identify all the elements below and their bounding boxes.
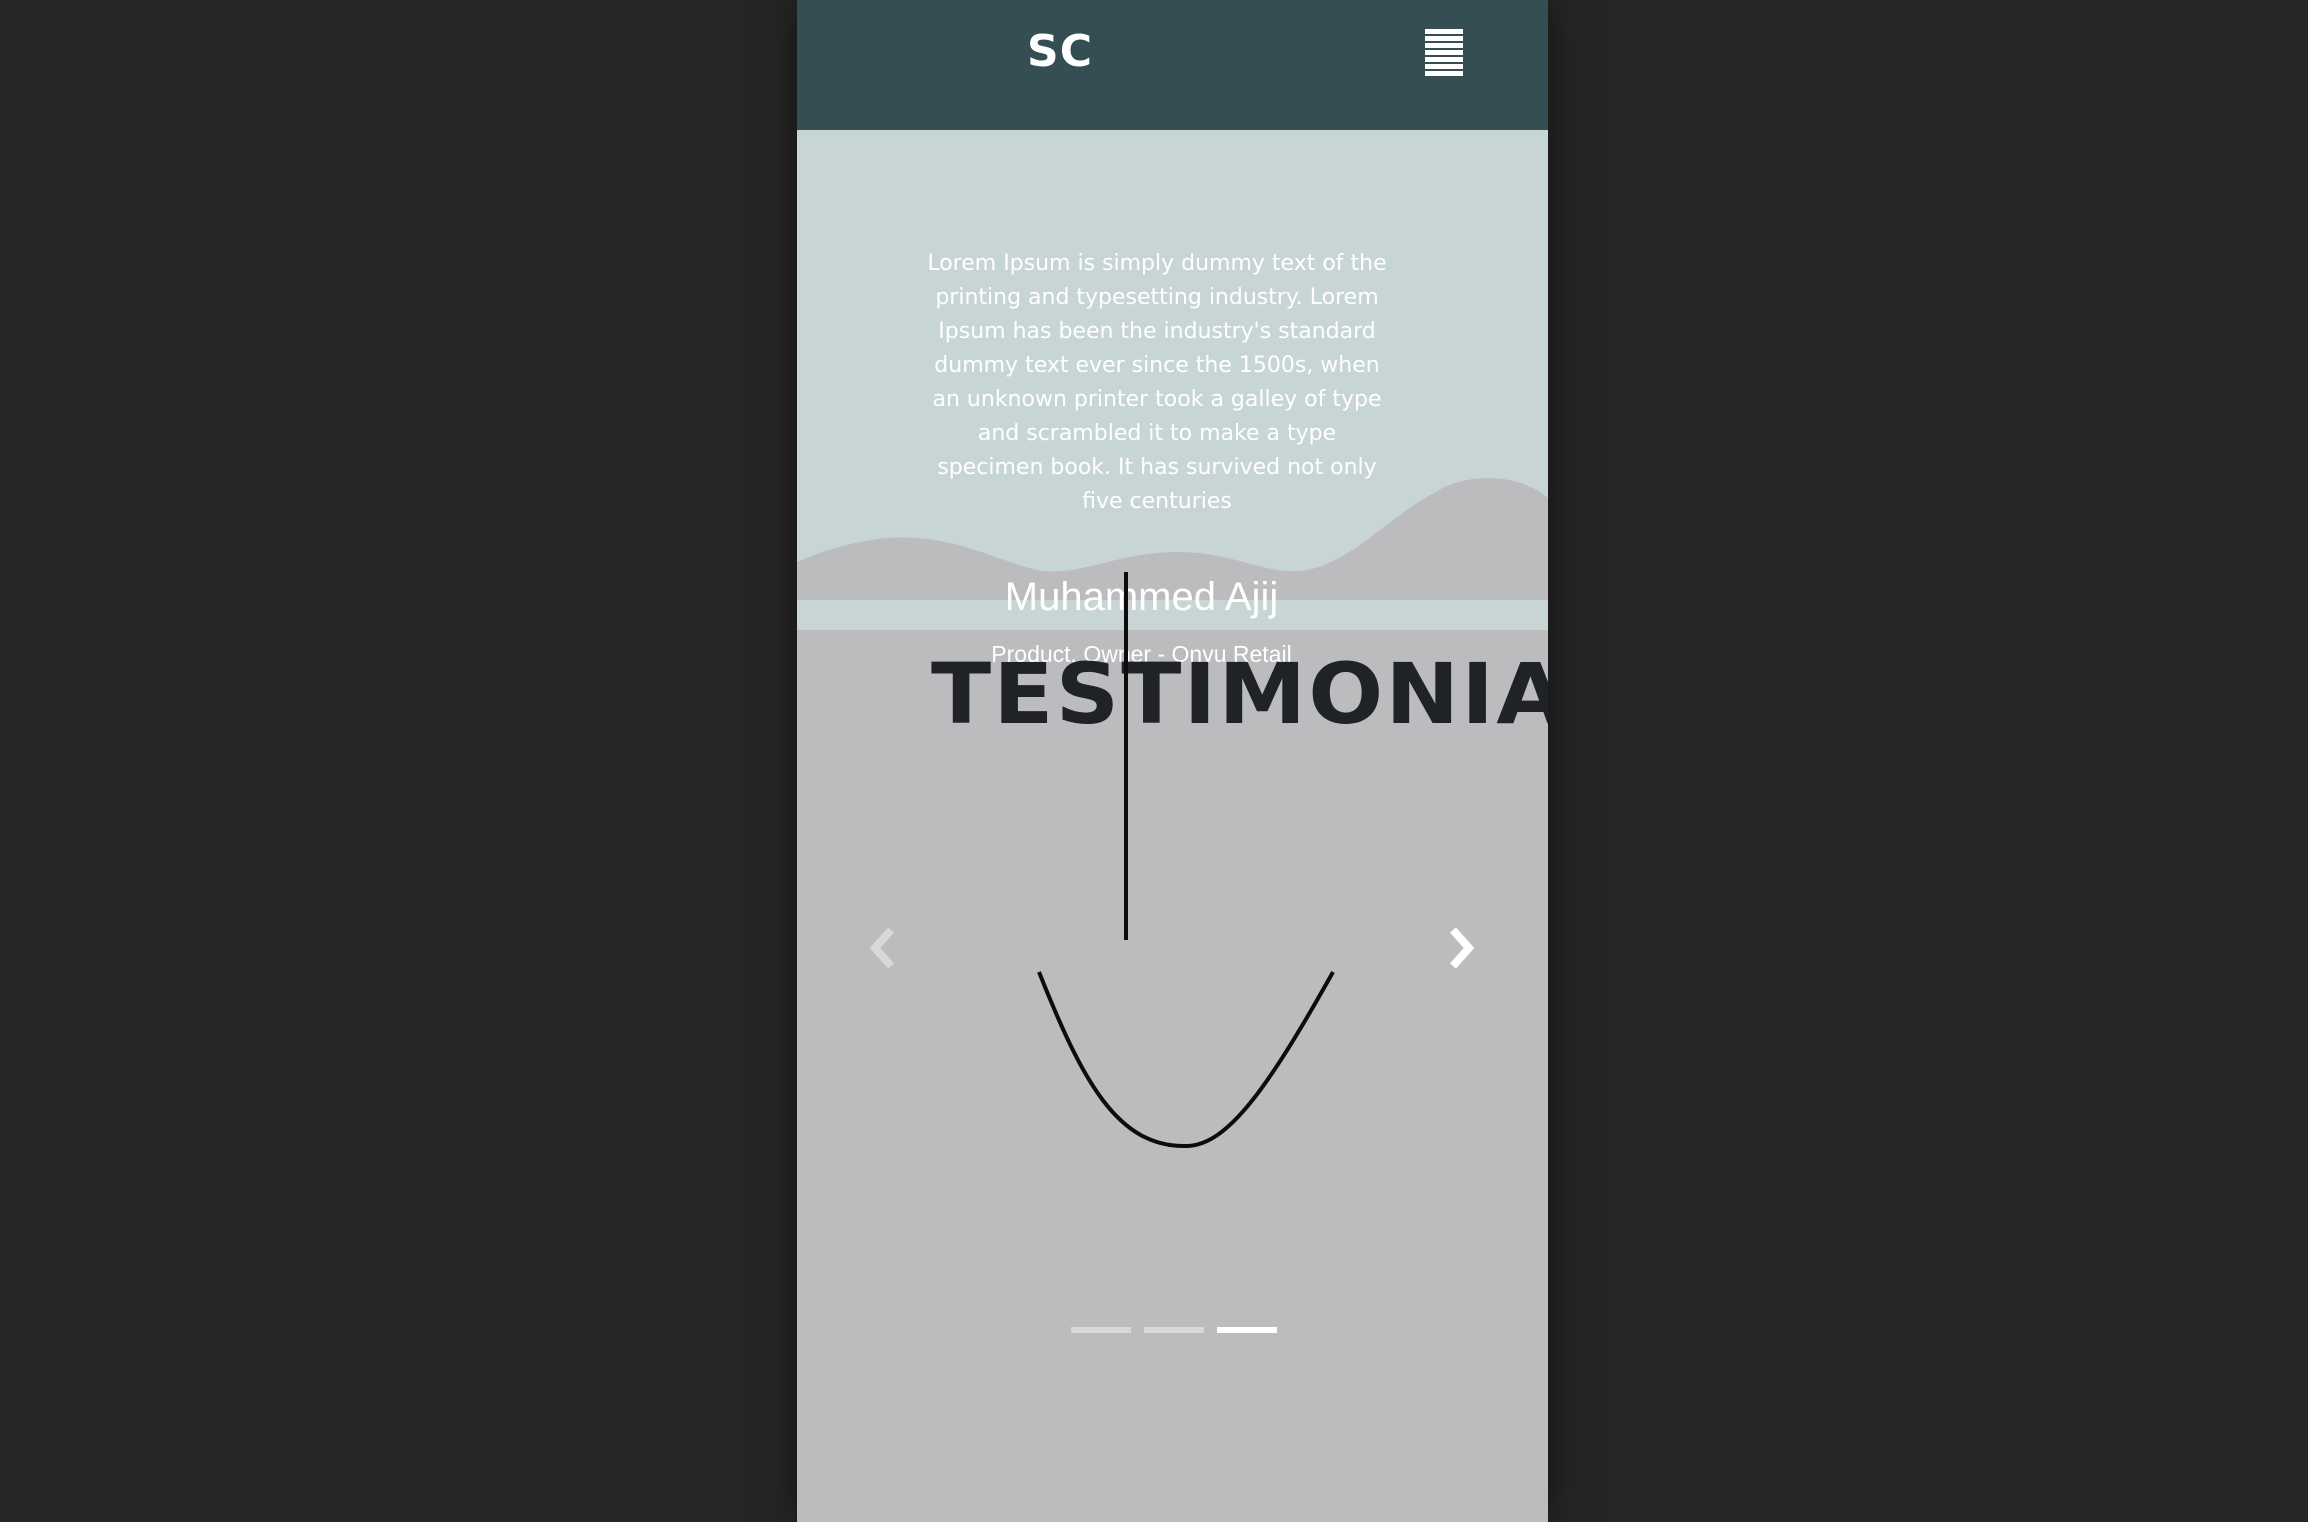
carousel-indicators bbox=[1071, 1327, 1281, 1335]
carousel-indicator-1[interactable] bbox=[1071, 1327, 1131, 1333]
hamburger-menu-icon[interactable] bbox=[1425, 29, 1463, 77]
navbar: SC bbox=[797, 0, 1548, 130]
chevron-right-icon bbox=[1450, 927, 1475, 969]
mobile-viewport: SC Lorem Ipsum is simply dummy text of t… bbox=[797, 0, 1548, 1522]
carousel-indicator-3[interactable] bbox=[1217, 1327, 1277, 1333]
carousel-prev-button[interactable] bbox=[861, 920, 905, 976]
testimonial-quote: Lorem Ipsum is simply dummy text of the … bbox=[927, 251, 1387, 514]
logo[interactable]: SC bbox=[1027, 26, 1093, 77]
testimonial-author: Muhammed Ajij bbox=[1004, 575, 1279, 619]
carousel-next-button[interactable] bbox=[1439, 920, 1483, 976]
chevron-left-icon bbox=[869, 927, 894, 969]
section-heading: TESTIMONIAL bbox=[931, 645, 1548, 743]
carousel-indicator-2[interactable] bbox=[1144, 1327, 1204, 1333]
curve-line bbox=[1037, 971, 1335, 1149]
